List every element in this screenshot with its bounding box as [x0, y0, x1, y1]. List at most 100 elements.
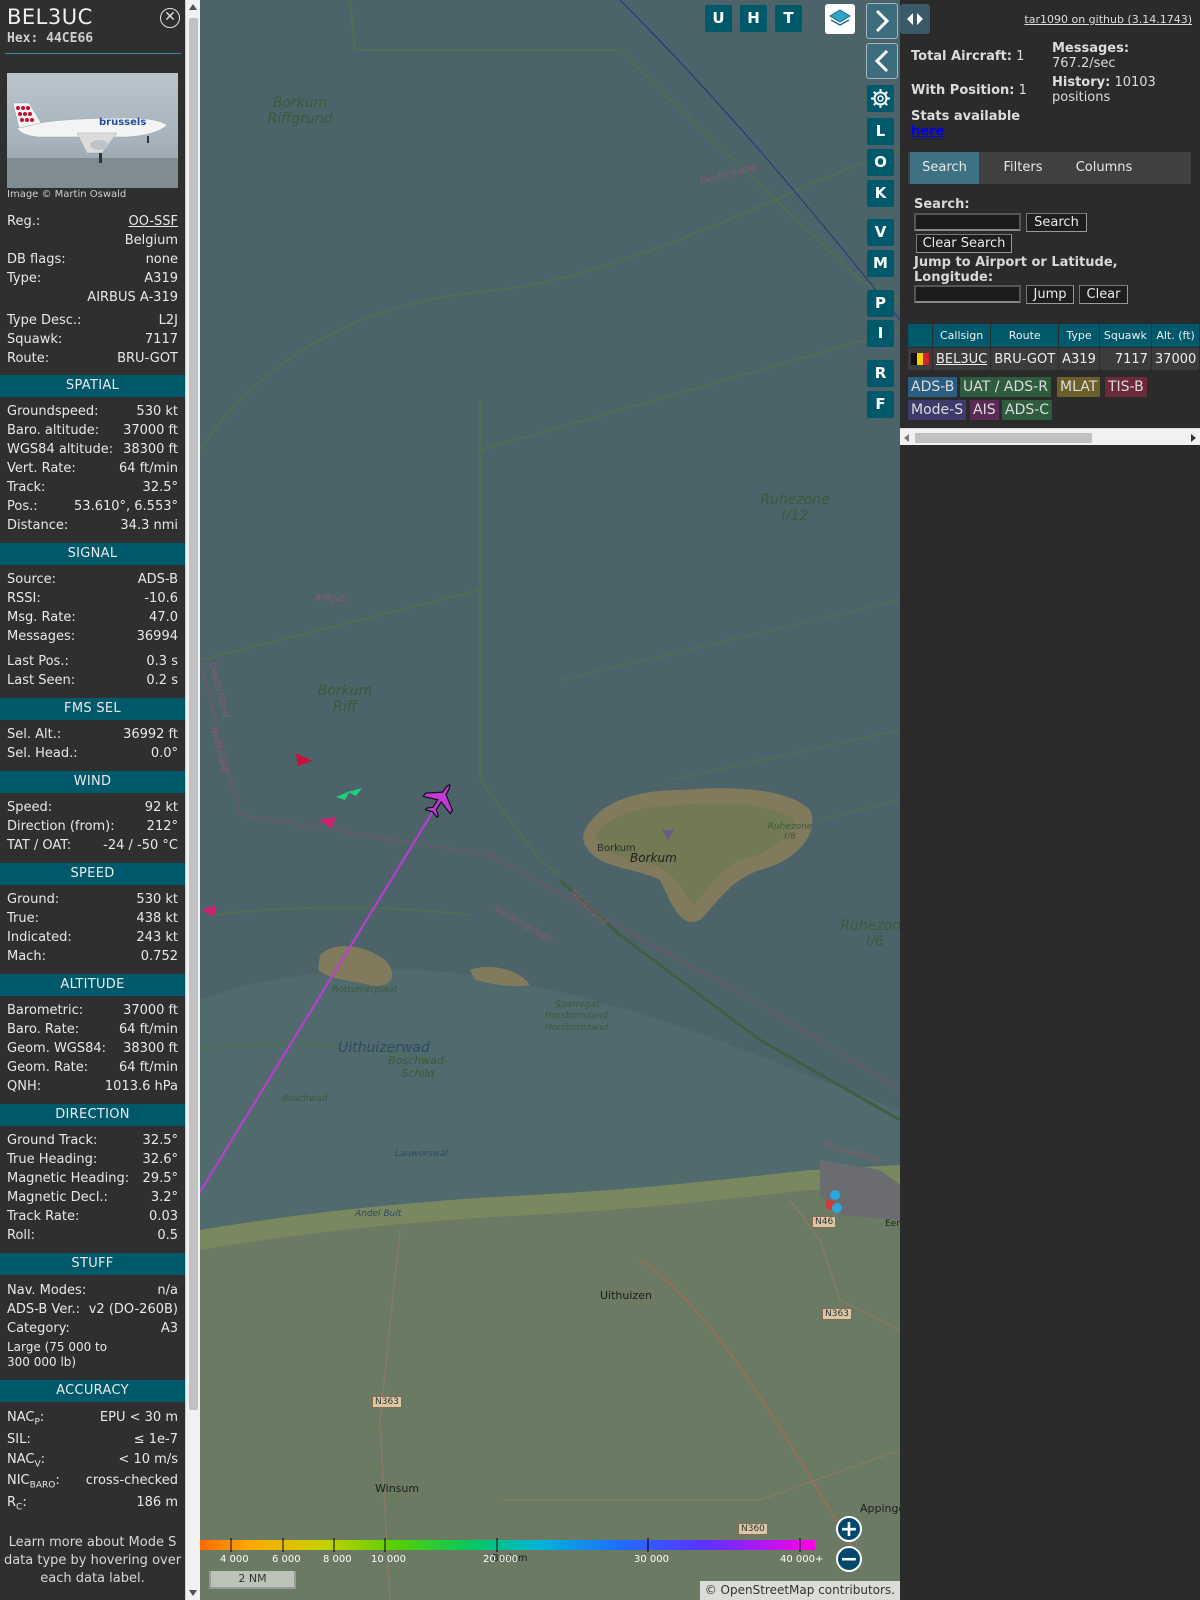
- direction-row-value: 32.6°: [142, 1152, 178, 1167]
- row-altitude: 37000: [1150, 347, 1200, 371]
- squawk-row: Squawk: 7117: [7, 332, 178, 347]
- signal-row-label: Source:: [7, 572, 57, 587]
- toolbar-button-p[interactable]: P: [867, 290, 894, 317]
- scroll-left-icon[interactable]: [904, 434, 909, 442]
- squawk-label: Squawk:: [7, 332, 63, 347]
- footer-note: Learn more about Mode S data type by hov…: [3, 1535, 182, 1586]
- altitude-row: Geom. Rate: 64 ft/min: [7, 1060, 178, 1075]
- category-row: Category: A3: [7, 1321, 178, 1336]
- toolbar-button-i[interactable]: I: [867, 320, 894, 347]
- search-button[interactable]: Search: [1026, 213, 1087, 232]
- toolbar-button-f[interactable]: F: [867, 391, 894, 418]
- row-callsign[interactable]: BEL3UC: [931, 347, 992, 371]
- table-horizontal-scrollbar[interactable]: [900, 428, 1200, 445]
- col-header-route[interactable]: Route: [990, 323, 1060, 348]
- osm-link[interactable]: OpenStreetMap: [721, 1583, 815, 1597]
- layers-button[interactable]: [825, 4, 855, 34]
- zoom-in-button[interactable]: +: [836, 1516, 862, 1542]
- toolbar-button-u[interactable]: U: [705, 5, 732, 32]
- search-input[interactable]: [914, 213, 1021, 231]
- speed-row-label: Mach:: [7, 949, 46, 964]
- toolbar-button-v[interactable]: V: [867, 219, 894, 246]
- nacv-row: NACV: < 10 m/s: [7, 1452, 178, 1470]
- label-n360: N360: [738, 1523, 768, 1536]
- label-uithuizen: Uithuizen: [600, 1289, 652, 1302]
- scroll-down-icon[interactable]: [189, 1590, 197, 1596]
- fms-row-value: 36992 ft: [123, 727, 178, 742]
- table-row[interactable]: BEL3UC BRU-GOT A319 7117 37000: [907, 347, 1200, 371]
- tab-search[interactable]: Search: [910, 152, 979, 184]
- signal-row: Last Seen: 0.2 s: [7, 673, 178, 688]
- spatial-row-label: WGS84 altitude:: [7, 442, 114, 457]
- label-n363-b: N363: [822, 1308, 852, 1321]
- altitude-row: Baro. Rate: 64 ft/min: [7, 1022, 178, 1037]
- label-riffgat: Riffgat: [315, 594, 346, 604]
- altitude-row-label: QNH:: [7, 1079, 42, 1094]
- nav-back-button[interactable]: [866, 43, 898, 79]
- reg-link[interactable]: OO-SSF: [129, 214, 179, 229]
- aircraft-photo[interactable]: brussels: [7, 73, 178, 188]
- jump-button[interactable]: Jump: [1026, 285, 1074, 304]
- direction-row-value: 0.5: [157, 1228, 178, 1243]
- rc-value: 186 m: [136, 1495, 178, 1510]
- col-header-type[interactable]: Type: [1058, 323, 1100, 348]
- nacv-label-sub: V: [34, 1459, 41, 1470]
- signal-row-label: Msg. Rate:: [7, 610, 76, 625]
- col-header-squawk[interactable]: Squawk: [1098, 323, 1152, 348]
- section-signal: SIGNAL: [0, 543, 185, 565]
- type-label: Type:: [7, 271, 42, 286]
- history-unit: positions: [1052, 90, 1111, 105]
- toolbar-button-o[interactable]: O: [867, 149, 894, 176]
- selected-callsign: BEL3UC: [7, 5, 93, 29]
- direction-row: Magnetic Heading: 29.5°: [7, 1171, 178, 1186]
- aircraft-photo-image: brussels: [7, 102, 178, 188]
- toolbar-button-h[interactable]: H: [740, 5, 767, 32]
- jump-input[interactable]: [914, 285, 1021, 303]
- label-ruhezone-i8: Ruhezone I/8: [767, 822, 813, 843]
- map-base: [200, 0, 900, 1600]
- map-view[interactable]: Borkum Riffgrund Deutschland Ruhezone I/…: [200, 0, 900, 1600]
- toolbar-button-m[interactable]: M: [867, 250, 894, 277]
- direction-row-label: Roll:: [7, 1228, 36, 1243]
- details-scrollbar[interactable]: [185, 0, 200, 1600]
- col-header-flag[interactable]: [907, 323, 933, 348]
- nav-forward-button[interactable]: [866, 3, 898, 39]
- clear-button[interactable]: Clear: [1079, 285, 1128, 304]
- section-direction: DIRECTION: [0, 1104, 185, 1126]
- jump-label: Jump to Airport or Latitude, Longitude:: [914, 255, 1118, 285]
- fms-row: Sel. Alt.: 36992 ft: [7, 727, 178, 742]
- label-ruhezone-i6: Ruhezone I/6: [840, 918, 900, 951]
- toolbar-button-r[interactable]: R: [867, 360, 894, 387]
- dbflags-value: none: [145, 252, 178, 267]
- direction-row-label: Magnetic Decl.:: [7, 1190, 108, 1205]
- scroll-up-icon[interactable]: [189, 4, 197, 10]
- belgium-flag-icon: [911, 353, 929, 365]
- row-squawk: 7117: [1098, 347, 1152, 371]
- sidebar-toggle-button[interactable]: [900, 4, 930, 34]
- toolbar-button-t[interactable]: T: [775, 5, 802, 32]
- col-header-altitude[interactable]: Alt. (ft): [1150, 323, 1200, 348]
- clear-search-button[interactable]: Clear Search: [916, 234, 1012, 253]
- scrollbar-thumb[interactable]: [189, 18, 198, 1410]
- signal-row-value: 0.2 s: [146, 673, 178, 688]
- stats-link[interactable]: here: [911, 124, 944, 139]
- hscroll-thumb[interactable]: [915, 433, 1092, 443]
- toolbar-button-k[interactable]: K: [867, 180, 894, 207]
- altitude-colorbar: [200, 1538, 815, 1552]
- col-header-callsign[interactable]: Callsign: [931, 323, 992, 348]
- label-boschwad-schild: Boschwad-Schild: [388, 1054, 448, 1080]
- settings-button[interactable]: [867, 85, 894, 112]
- tab-columns[interactable]: Columns: [1063, 152, 1145, 184]
- github-link[interactable]: tar1090 on github (3.14.1743): [1024, 13, 1192, 26]
- close-icon[interactable]: ✕: [160, 8, 180, 28]
- toolbar-button-l[interactable]: L: [867, 118, 894, 145]
- zoom-out-button[interactable]: −: [836, 1546, 862, 1572]
- tab-filters[interactable]: Filters: [988, 152, 1058, 184]
- label-horsbornzand-1: Horsbornzand: [545, 1011, 608, 1021]
- wind-row-value: 212°: [146, 819, 178, 834]
- attribution-prefix: ©: [704, 1583, 721, 1597]
- messages-label: Messages:: [1052, 41, 1130, 56]
- direction-row-label: Track Rate:: [7, 1209, 80, 1224]
- scroll-right-icon[interactable]: [1191, 434, 1196, 442]
- hex-label: Hex:: [7, 31, 39, 46]
